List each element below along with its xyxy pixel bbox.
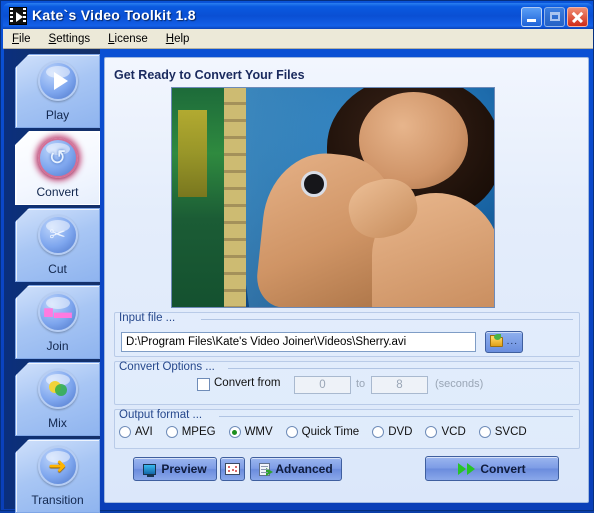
scissors-icon: ✂ [37, 215, 78, 255]
radio-dvd[interactable]: DVD [372, 426, 412, 438]
convert-from-input[interactable]: 0 [294, 376, 351, 394]
mix-circles-icon [37, 369, 78, 409]
input-file-label: Input file ... [119, 312, 176, 324]
output-format-label: Output format ... [119, 409, 203, 421]
browse-button[interactable]: ... [485, 331, 523, 353]
convert-button-label: Convert [480, 461, 526, 476]
radio-label: SVCD [494, 426, 527, 438]
arrow-right-icon: ➜ [37, 446, 78, 486]
frames-button[interactable] [220, 457, 245, 481]
radio-label: Quick Time [301, 426, 360, 438]
sidebar-item-label: Join [46, 339, 69, 353]
document-settings-icon [259, 462, 274, 476]
sidebar-item-label: Cut [48, 262, 67, 276]
close-button[interactable] [567, 7, 588, 27]
sidebar-item-transition[interactable]: ➜ Transition [15, 439, 100, 513]
radio-dot [478, 426, 491, 438]
menu-license[interactable]: License [99, 32, 157, 46]
convert-to-input[interactable]: 8 [371, 376, 428, 394]
sidebar-item-label: Transition [31, 493, 84, 507]
sidebar-item-cut[interactable]: ✂ Cut [15, 208, 100, 282]
advanced-button-label: Advanced [275, 462, 333, 476]
sidebar-item-label: Mix [48, 416, 67, 430]
video-preview[interactable] [171, 87, 495, 308]
main-panel: Get Ready to Convert Your Files Input fi… [104, 57, 589, 503]
radio-label: MPEG [181, 426, 216, 438]
radio-dot [165, 426, 178, 438]
convert-to-label: to [356, 378, 366, 390]
radio-label: DVD [388, 426, 413, 438]
radio-wmv[interactable]: WMV [228, 426, 273, 438]
sidebar-item-label: Convert [36, 185, 79, 199]
convert-from-checkbox[interactable] [197, 378, 210, 391]
radio-label: VCD [441, 426, 466, 438]
minimize-button[interactable] [521, 7, 542, 27]
menu-settings[interactable]: Settings [40, 32, 100, 46]
convert-options-label: Convert Options ... [119, 361, 215, 373]
radio-label: AVI [135, 426, 153, 438]
input-file-group: Input file ... D:\Program Files\Kate's V… [114, 312, 580, 357]
maximize-button[interactable] [544, 7, 565, 27]
menu-help[interactable]: Help [157, 32, 199, 46]
input-file-path[interactable]: D:\Program Files\Kate's Video Joiner\Vid… [121, 332, 476, 352]
fast-forward-icon [458, 462, 476, 475]
menu-license-rest: icense [114, 32, 148, 45]
menu-help-rest: elp [174, 32, 190, 45]
title-bar: Kate`s Video Toolkit 1.8 [3, 3, 593, 29]
radio-dot [372, 426, 385, 438]
radio-dot [285, 426, 298, 438]
window-title: Kate`s Video Toolkit 1.8 [32, 7, 196, 23]
radio-dot [119, 426, 131, 438]
preview-button-label: Preview [161, 462, 207, 476]
menu-file-rest: ile [19, 32, 31, 45]
menu-settings-rest: ettings [56, 32, 91, 45]
menu-bar: File Settings License Help [3, 29, 593, 49]
convert-options-group: Convert Options ... Convert from 0 to 8 … [114, 361, 580, 405]
convert-from-label[interactable]: Convert from [214, 377, 280, 389]
window-controls [521, 7, 588, 27]
convert-button[interactable]: Convert [425, 456, 559, 481]
radio-quick-time[interactable]: Quick Time [285, 426, 360, 438]
sidebar-item-mix[interactable]: Mix [15, 362, 100, 436]
convert-arrows-icon: ↺ [37, 138, 78, 178]
join-icon: ■▬ [37, 292, 78, 332]
sidebar: Play ↺ Convert ✂ Cut ■▬ Join Mix ➜ Trans… [4, 49, 100, 513]
preview-button[interactable]: Preview [133, 457, 217, 481]
film-play-icon [9, 7, 27, 25]
radio-svcd[interactable]: SVCD [478, 426, 527, 438]
sidebar-item-convert[interactable]: ↺ Convert [15, 131, 100, 205]
radio-dot [425, 426, 438, 438]
radio-label: WMV [244, 426, 273, 438]
menu-file[interactable]: File [3, 32, 40, 46]
output-format-radios: AVI MPEG WMV Quick Time DVD VCD SVCD [119, 426, 575, 438]
page-title: Get Ready to Convert Your Files [114, 68, 305, 82]
mix-circles-glyph [48, 381, 67, 396]
radio-dot [228, 426, 241, 438]
application-window: Kate`s Video Toolkit 1.8 File Settings L… [0, 0, 594, 513]
sidebar-item-label: Play [45, 108, 70, 122]
play-icon [37, 61, 78, 101]
monitor-icon [143, 463, 157, 477]
radio-avi[interactable]: AVI [119, 426, 153, 438]
advanced-button[interactable]: Advanced [250, 457, 342, 481]
radio-mpeg[interactable]: MPEG [165, 426, 216, 438]
filmstrip-icon [225, 463, 240, 475]
browse-ellipsis: ... [506, 336, 518, 347]
radio-vcd[interactable]: VCD [425, 426, 466, 438]
seconds-label: (seconds) [435, 378, 484, 390]
output-format-group: Output format ... AVI MPEG WMV Quick Tim… [114, 409, 580, 449]
sidebar-item-join[interactable]: ■▬ Join [15, 285, 100, 359]
sidebar-item-play[interactable]: Play [15, 54, 100, 128]
